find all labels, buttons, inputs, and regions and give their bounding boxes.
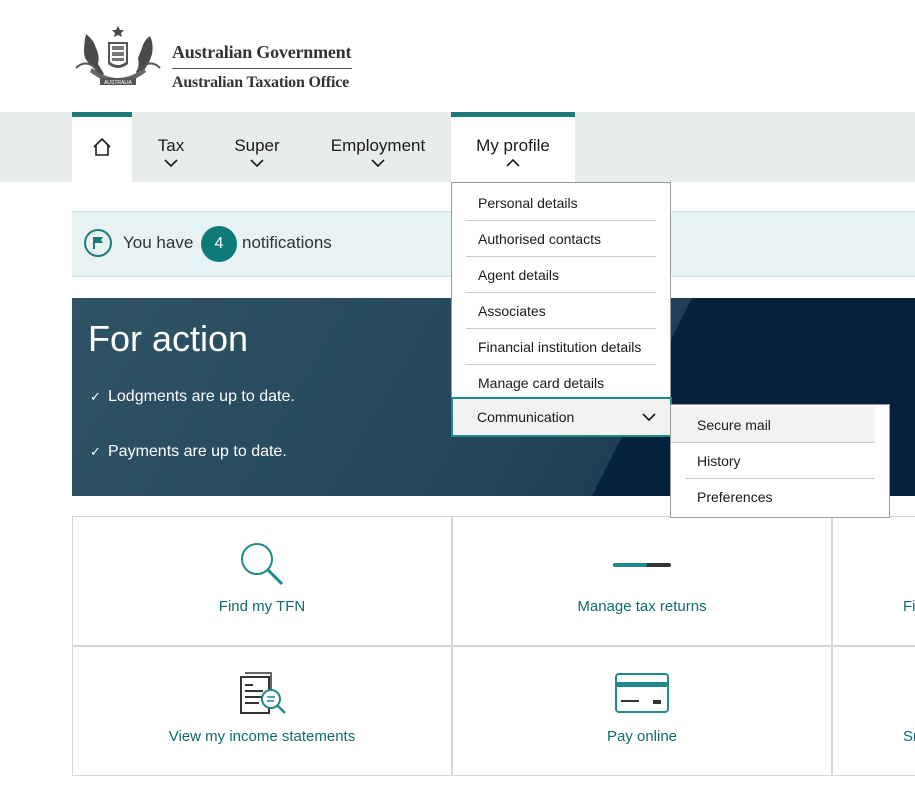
- notifications-prefix: You have: [123, 233, 194, 252]
- chevron-up-icon: [506, 158, 520, 167]
- nav-tax[interactable]: Tax: [140, 112, 202, 182]
- svg-text:AUSTRALIA: AUSTRALIA: [104, 80, 132, 86]
- progress-bar-icon: [613, 563, 671, 567]
- tile-label: Find my TFN: [218, 598, 306, 615]
- menu-item-personal-details[interactable]: Personal details: [466, 185, 656, 221]
- notification-count-badge: 4: [201, 226, 237, 262]
- for-action-title: For action: [88, 318, 249, 359]
- submenu-item-preferences[interactable]: Preferences: [685, 479, 875, 515]
- menu-item-manage-card-details[interactable]: Manage card details: [466, 365, 656, 401]
- magnifier-icon: [241, 543, 284, 586]
- wordmark-line1: Australian Government: [172, 42, 352, 69]
- menu-item-agent-details[interactable]: Agent details: [466, 257, 656, 293]
- submenu-item-history[interactable]: History: [685, 443, 875, 479]
- chevron-down-icon: [250, 159, 264, 168]
- notifications-suffix: notifications: [242, 233, 332, 252]
- nav-home[interactable]: [72, 112, 132, 182]
- tile-find-my-tfn[interactable]: Find my TFN: [72, 516, 452, 646]
- nav-my-profile-label: My profile: [476, 136, 550, 155]
- nav-super[interactable]: Super: [222, 112, 292, 182]
- menu-item-authorised-contacts[interactable]: Authorised contacts: [466, 221, 656, 257]
- quick-links-grid: Find my TFN Manage tax returns Fi View m…: [72, 516, 915, 777]
- check-icon: ✓: [90, 389, 101, 404]
- chevron-down-icon: [164, 159, 178, 168]
- nav-employment-label: Employment: [330, 136, 426, 155]
- home-icon: [93, 137, 111, 156]
- nav-tax-label: Tax: [157, 136, 185, 155]
- chevron-down-icon: [642, 413, 656, 422]
- tile-label: Fi: [903, 598, 915, 615]
- action-item-text: Payments are up to date.: [108, 443, 287, 460]
- tile-partial-right[interactable]: Fi: [832, 516, 915, 646]
- main-nav: Tax Super Employment My profile: [0, 112, 915, 182]
- communication-submenu: Secure mail History Preferences: [670, 404, 890, 518]
- tile-label: Manage tax returns: [577, 598, 707, 615]
- action-item-text: Lodgments are up to date.: [108, 388, 295, 405]
- flag-icon: [84, 229, 112, 257]
- tile-label: View my income statements: [168, 728, 356, 745]
- submenu-item-secure-mail[interactable]: Secure mail: [671, 407, 875, 443]
- wordmark-line2: Australian Taxation Office: [172, 74, 350, 91]
- chevron-down-icon: [371, 159, 385, 168]
- site-header: AUSTRALIA Australian Government Australi…: [0, 0, 915, 112]
- menu-item-communication-label: Communication: [477, 409, 575, 425]
- menu-item-financial-institution-details[interactable]: Financial institution details: [466, 329, 656, 365]
- nav-my-profile[interactable]: My profile: [451, 112, 575, 182]
- my-profile-dropdown: Personal details Authorised contacts Age…: [451, 182, 672, 437]
- menu-item-associates[interactable]: Associates: [466, 293, 656, 329]
- coat-of-arms-icon[interactable]: AUSTRALIA: [72, 24, 164, 92]
- action-item: ✓ Lodgments are up to date.: [90, 388, 295, 406]
- tile-pay-online[interactable]: Pay online: [452, 646, 832, 776]
- nav-super-label: Super: [234, 136, 280, 155]
- check-icon: ✓: [90, 444, 101, 459]
- tile-manage-tax-returns[interactable]: Manage tax returns: [452, 516, 832, 646]
- action-item: ✓ Payments are up to date.: [90, 443, 287, 461]
- nav-employment[interactable]: Employment: [316, 112, 440, 182]
- government-wordmark[interactable]: Australian Government Australian Taxatio…: [172, 42, 352, 92]
- income-statement-icon: [240, 672, 286, 714]
- credit-card-icon: [615, 673, 669, 713]
- tile-label: Pay online: [606, 728, 678, 745]
- tile-partial-right[interactable]: Sma: [832, 646, 915, 776]
- menu-item-communication[interactable]: Communication: [451, 397, 672, 437]
- tile-view-income-statements[interactable]: View my income statements: [72, 646, 452, 776]
- tile-label: Sma: [903, 728, 915, 745]
